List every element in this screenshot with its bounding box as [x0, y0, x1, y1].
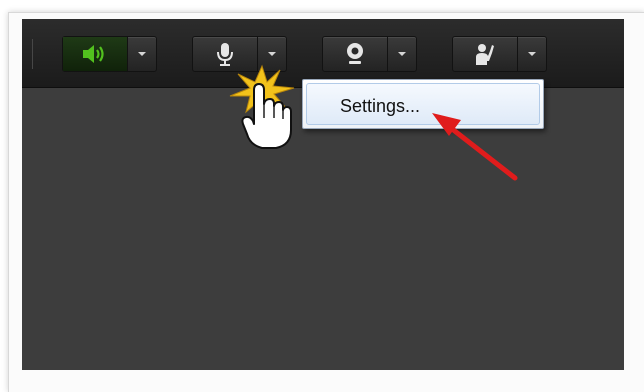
speaker-control: [62, 36, 157, 72]
speaker-icon: [83, 45, 104, 63]
webcam-dropdown-button[interactable]: [388, 37, 416, 71]
chevron-down-icon: [268, 52, 276, 56]
webcam-control: [322, 36, 417, 72]
microphone-button[interactable]: [193, 37, 258, 71]
media-toolbar: [22, 19, 624, 88]
meeting-window: [22, 19, 624, 370]
raise-hand-control: [452, 36, 547, 72]
webcam-icon: [347, 43, 363, 64]
raise-hand-button[interactable]: [453, 37, 518, 71]
microphone-icon: [217, 43, 233, 66]
microphone-dropdown-menu: Settings...: [302, 79, 544, 129]
speaker-button[interactable]: [63, 37, 128, 71]
speaker-dropdown-button[interactable]: [128, 37, 156, 71]
webcam-button[interactable]: [323, 37, 388, 71]
microphone-control: [192, 36, 287, 72]
chevron-down-icon: [528, 52, 536, 56]
raise-hand-icon: [476, 44, 494, 65]
settings-menu-label: Settings...: [340, 96, 421, 116]
settings-menu-item[interactable]: Settings...: [306, 83, 540, 125]
raise-hand-dropdown-button[interactable]: [518, 37, 546, 71]
toolbar-divider: [32, 39, 33, 69]
chevron-down-icon: [398, 52, 406, 56]
chevron-down-icon: [138, 52, 146, 56]
microphone-dropdown-button[interactable]: [258, 37, 286, 71]
